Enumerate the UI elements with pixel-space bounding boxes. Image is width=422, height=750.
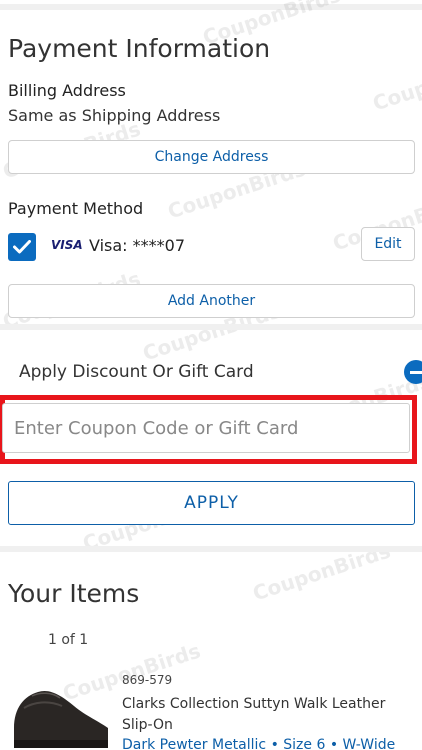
items-title: Your Items [8, 579, 140, 608]
payment-method-label: Payment Method [8, 199, 144, 218]
discount-section-title: Apply Discount Or Gift Card [19, 362, 254, 382]
payment-method-checkbox[interactable] [8, 233, 36, 261]
coupon-code-input[interactable] [2, 403, 410, 453]
billing-address-value: Same as Shipping Address [8, 106, 221, 125]
product-sku: 869-579 [122, 673, 173, 687]
change-address-button[interactable]: Change Address [8, 140, 415, 174]
page-title: Payment Information [8, 34, 271, 63]
apply-button[interactable]: APPLY [8, 481, 415, 525]
shoe-image[interactable] [10, 678, 110, 750]
collapse-minus-icon[interactable] [404, 360, 422, 384]
top-divider [0, 4, 422, 10]
edit-card-button[interactable]: Edit [361, 227, 415, 261]
card-label: Visa: ****07 [89, 236, 186, 255]
billing-address-label: Billing Address [8, 81, 126, 100]
product-variant: Dark Pewter Metallic • Size 6 • W-Wide [122, 737, 396, 750]
check-icon [13, 240, 31, 254]
watermark: CouponBirds [369, 48, 422, 116]
section-divider [0, 546, 422, 552]
add-another-button[interactable]: Add Another [8, 284, 415, 318]
item-count: 1 of 1 [48, 632, 89, 648]
visa-logo-icon: VISA [51, 238, 83, 252]
section-divider [0, 324, 422, 330]
product-name[interactable]: Clarks Collection Suttyn Walk Leather Sl… [122, 694, 412, 736]
